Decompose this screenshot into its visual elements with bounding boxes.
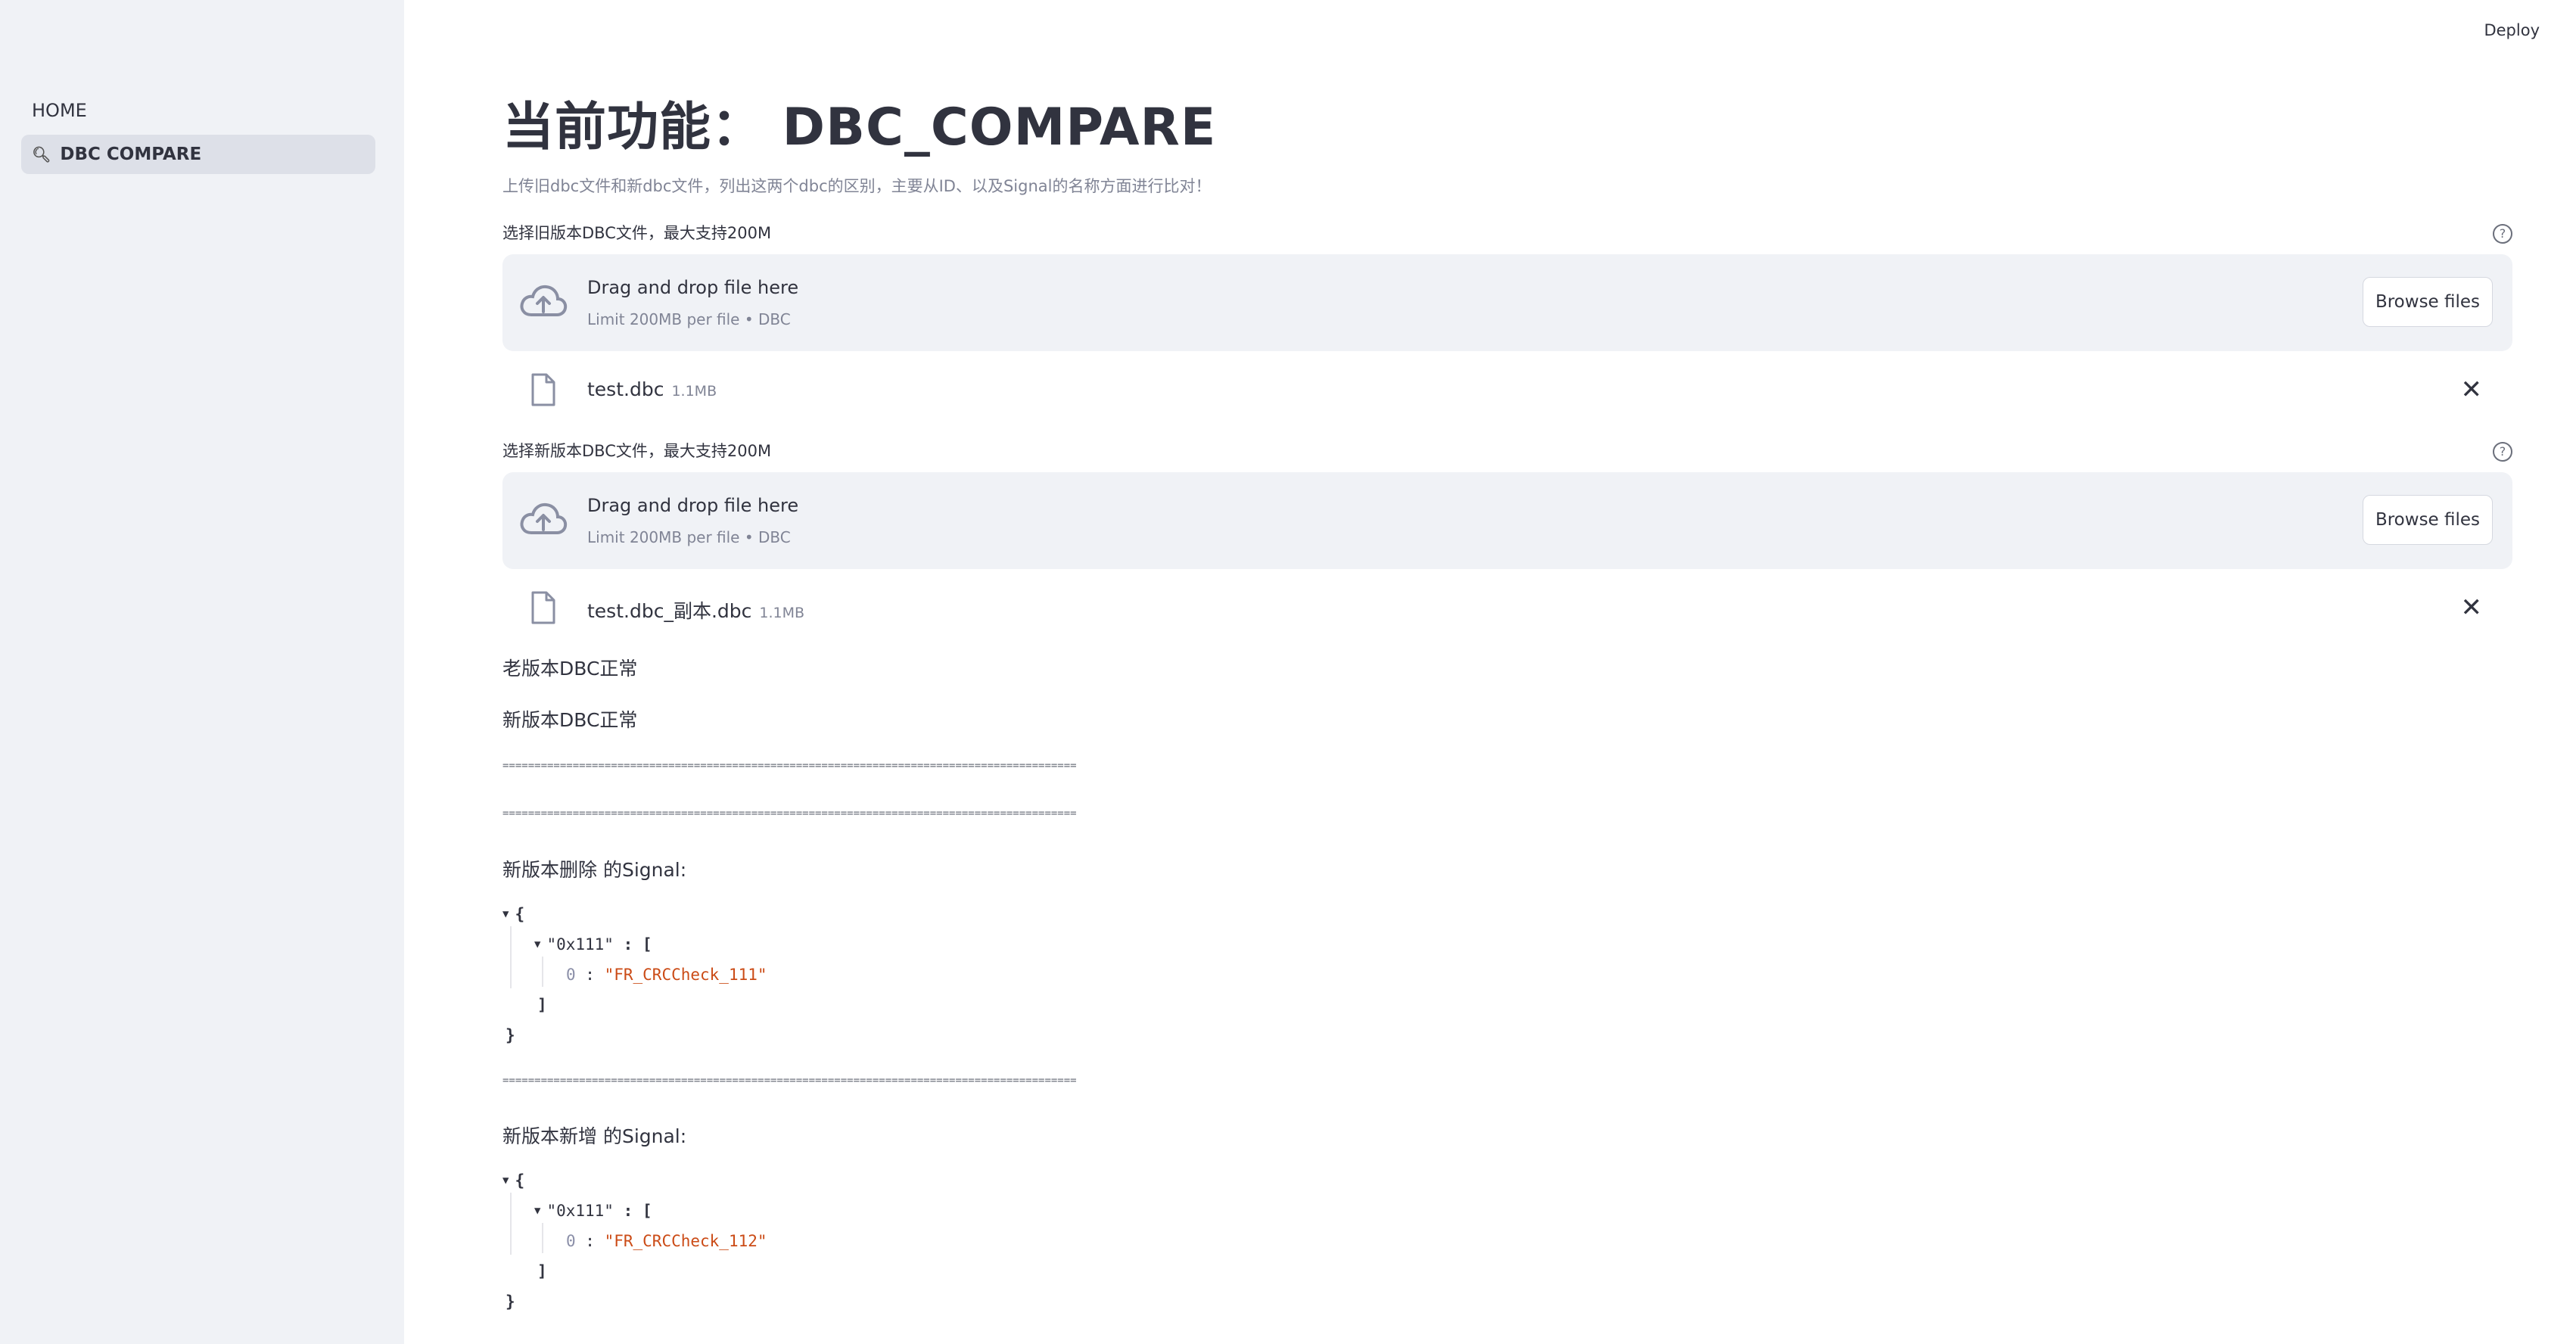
new-dbc-status: 新版本DBC正常 xyxy=(502,709,638,731)
remove-file-button[interactable]: ✕ xyxy=(2461,595,2483,621)
sidebar-item-label: HOME xyxy=(32,100,87,121)
cloud-upload-icon xyxy=(520,502,568,534)
collapse-triangle-icon[interactable]: ▼ xyxy=(502,1165,509,1196)
browse-files-button[interactable]: Browse files xyxy=(2363,495,2493,545)
page-description: 上传旧dbc文件和新dbc文件，列出这两个dbc的区别，主要从ID、以及Sign… xyxy=(502,177,1212,195)
sidebar: HOME 🔍︎ DBC COMPARE xyxy=(0,0,404,1344)
json-guide xyxy=(510,926,512,988)
old-dbc-status: 老版本DBC正常 xyxy=(502,658,638,680)
json-root-close: } xyxy=(506,1293,515,1311)
uploaded-file-row: test.dbc 1.1MB ✕ xyxy=(502,368,2512,413)
browse-files-button[interactable]: Browse files xyxy=(2363,277,2493,327)
search-icon: 🔍︎ xyxy=(32,145,51,163)
drop-instructions: Drag and drop file here xyxy=(587,277,799,298)
json-key: "0x111" xyxy=(546,1202,614,1220)
separator-line: ========================================… xyxy=(502,807,1077,820)
sidebar-item-home[interactable]: HOME xyxy=(32,95,87,126)
sidebar-item-dbc-compare[interactable]: 🔍︎ DBC COMPARE xyxy=(21,135,375,174)
new-dbc-upload-label: 选择新版本DBC文件，最大支持200M xyxy=(502,442,772,460)
json-index: 0 xyxy=(566,966,576,984)
drop-limit-text: Limit 200MB per file • DBC xyxy=(587,528,791,546)
deleted-signals-heading: 新版本删除 的Signal: xyxy=(502,859,687,881)
file-icon xyxy=(531,373,555,406)
json-guide xyxy=(510,1193,512,1255)
json-array-close: ] xyxy=(537,1262,547,1280)
json-string-value: "FR_CRCCheck_111" xyxy=(604,966,767,984)
json-key: "0x111" xyxy=(546,935,614,954)
sidebar-item-label: DBC COMPARE xyxy=(60,145,202,164)
json-key-line[interactable]: ▼ "0x111" : [ xyxy=(534,929,652,960)
main-content: 当前功能： DBC_COMPARE 上传旧dbc文件和新dbc文件，列出这两个d… xyxy=(502,0,2512,1344)
file-name-text: test.dbc xyxy=(587,378,664,400)
json-root-open[interactable]: ▼{ xyxy=(502,1165,524,1196)
json-key-line[interactable]: ▼ "0x111" : [ xyxy=(534,1196,652,1226)
collapse-triangle-icon[interactable]: ▼ xyxy=(534,929,540,960)
drop-limit-text: Limit 200MB per file • DBC xyxy=(587,310,791,328)
json-root-close: } xyxy=(506,1026,515,1044)
json-index: 0 xyxy=(566,1232,576,1250)
page-title: 当前功能： DBC_COMPARE xyxy=(502,98,1217,157)
cloud-upload-icon xyxy=(520,285,568,316)
json-string-value: "FR_CRCCheck_112" xyxy=(604,1232,767,1250)
collapse-triangle-icon[interactable]: ▼ xyxy=(502,899,509,929)
old-dbc-dropzone[interactable]: Drag and drop file here Limit 200MB per … xyxy=(502,254,2512,351)
separator-line: ========================================… xyxy=(502,760,1077,772)
app-root: HOME 🔍︎ DBC COMPARE Deploy 当前功能： DBC_COM… xyxy=(0,0,2576,1344)
json-array-item: 0 : "FR_CRCCheck_112" xyxy=(566,1232,767,1250)
file-size: 1.1MB xyxy=(671,383,717,400)
uploaded-file-name: test.dbc_副本.dbc 1.1MB xyxy=(587,596,804,624)
uploaded-file-row: test.dbc_副本.dbc 1.1MB ✕ xyxy=(502,586,2512,631)
help-icon[interactable]: ? xyxy=(2493,442,2512,462)
added-signals-heading: 新版本新增 的Signal: xyxy=(502,1125,687,1147)
json-array-item: 0 : "FR_CRCCheck_111" xyxy=(566,966,767,984)
old-dbc-upload-label: 选择旧版本DBC文件，最大支持200M xyxy=(502,224,772,242)
file-size: 1.1MB xyxy=(759,605,805,621)
drop-instructions: Drag and drop file here xyxy=(587,495,799,516)
json-guide xyxy=(542,957,543,987)
remove-file-button[interactable]: ✕ xyxy=(2461,377,2483,403)
collapse-triangle-icon[interactable]: ▼ xyxy=(534,1196,540,1226)
json-array-close: ] xyxy=(537,996,547,1014)
separator-line: ========================================… xyxy=(502,1075,1077,1087)
json-root-open[interactable]: ▼{ xyxy=(502,899,524,929)
uploaded-file-name: test.dbc 1.1MB xyxy=(587,378,717,400)
json-guide xyxy=(542,1223,543,1253)
file-icon xyxy=(531,591,555,624)
new-dbc-dropzone[interactable]: Drag and drop file here Limit 200MB per … xyxy=(502,472,2512,569)
help-icon[interactable]: ? xyxy=(2493,224,2512,244)
file-name-text: test.dbc_副本.dbc xyxy=(587,600,752,622)
